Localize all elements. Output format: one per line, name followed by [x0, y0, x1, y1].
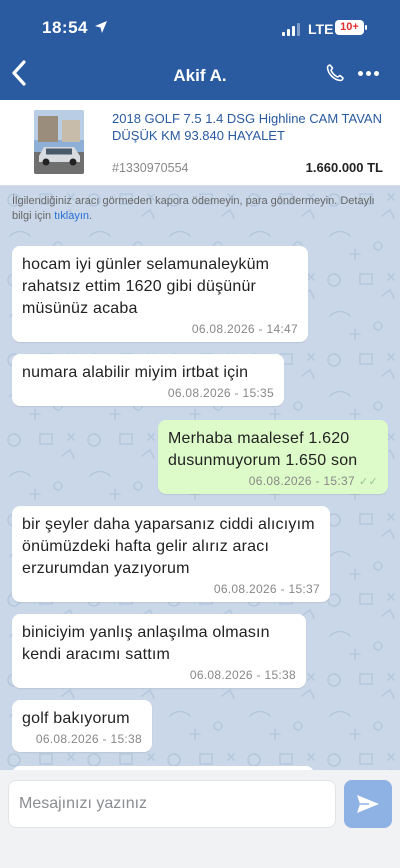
listing-thumbnail [34, 110, 84, 174]
send-button[interactable] [344, 780, 392, 828]
status-time: 18:54 [42, 18, 88, 37]
status-bar: 18:54 LTE 10+ [0, 0, 400, 54]
message-incoming: numara alabilir miyim irtbat için 06.08.… [12, 354, 284, 406]
message-text: Merhaba maalesef 1.620 dusunmuyorum 1.65… [168, 430, 358, 469]
message-incoming: hocam iyi günler selamunaleyküm rahatsız… [12, 246, 308, 342]
nav-bar: Akif A. [0, 54, 400, 100]
message-input[interactable] [8, 780, 336, 828]
double-check-icon: ✓✓ [358, 476, 378, 488]
message-text: golf bakıyorum [22, 710, 130, 727]
network-type: LTE [308, 21, 334, 37]
header-bar: 18:54 LTE 10+ Akif A. [0, 0, 400, 100]
listing-card[interactable]: 2018 GOLF 7.5 1.4 DSG Highline CAM TAVAN… [0, 100, 400, 186]
message-time: 06.08.2026 - 14:47 [191, 322, 298, 336]
message-outgoing: Merhaba maalesef 1.620 dusunmuyorum 1.65… [158, 420, 388, 494]
send-icon [357, 795, 379, 813]
message-time: 06.08.2026 - 15:38 [35, 732, 142, 746]
notice-end: . [89, 210, 93, 222]
message-text: biniciyim yanlış anlaşılma olmasın kendi… [22, 624, 270, 663]
more-horizontal-icon[interactable] [358, 71, 379, 76]
phone-icon[interactable] [325, 63, 345, 83]
composer-bar [0, 770, 400, 868]
notice-link[interactable]: tıklayın [54, 210, 89, 222]
message-time: 06.08.2026 - 15:35 [167, 386, 274, 400]
message-incoming: bir şeyler daha yaparsanız ciddi alıcıyı… [12, 506, 330, 602]
message-time: 06.08.2026 - 15:37 [213, 582, 320, 596]
message-incoming: golf bakıyorum 06.08.2026 - 15:38 [12, 700, 152, 752]
message-incoming: biniciyim yanlış anlaşılma olmasın kendi… [12, 614, 306, 688]
signal-strength-icon [282, 23, 300, 36]
location-arrow-icon [95, 21, 107, 33]
safety-notice: İlgilendiğiniz aracı görmeden kapora öde… [12, 194, 392, 224]
listing-price: 1.660.000 TL [305, 160, 383, 175]
listing-title[interactable]: 2018 GOLF 7.5 1.4 DSG Highline CAM TAVAN… [112, 110, 390, 144]
battery-icon: 10+ [335, 20, 367, 35]
chat-area[interactable]: İlgilendiğiniz aracı görmeden kapora öde… [0, 186, 400, 770]
listing-id: #1330970554 [112, 161, 189, 175]
message-time: 06.08.2026 - 15:38 [189, 668, 296, 682]
message-text: numara alabilir miyim irtbat için [22, 364, 249, 381]
message-time-label: 06.08.2026 - 15:37 [248, 474, 355, 488]
message-time: 06.08.2026 - 15:37 ✓✓ [168, 474, 378, 488]
message-text: bir şeyler daha yaparsanız ciddi alıcıyı… [22, 516, 315, 577]
message-text: hocam iyi günler selamunaleyküm rahatsız… [22, 256, 270, 317]
